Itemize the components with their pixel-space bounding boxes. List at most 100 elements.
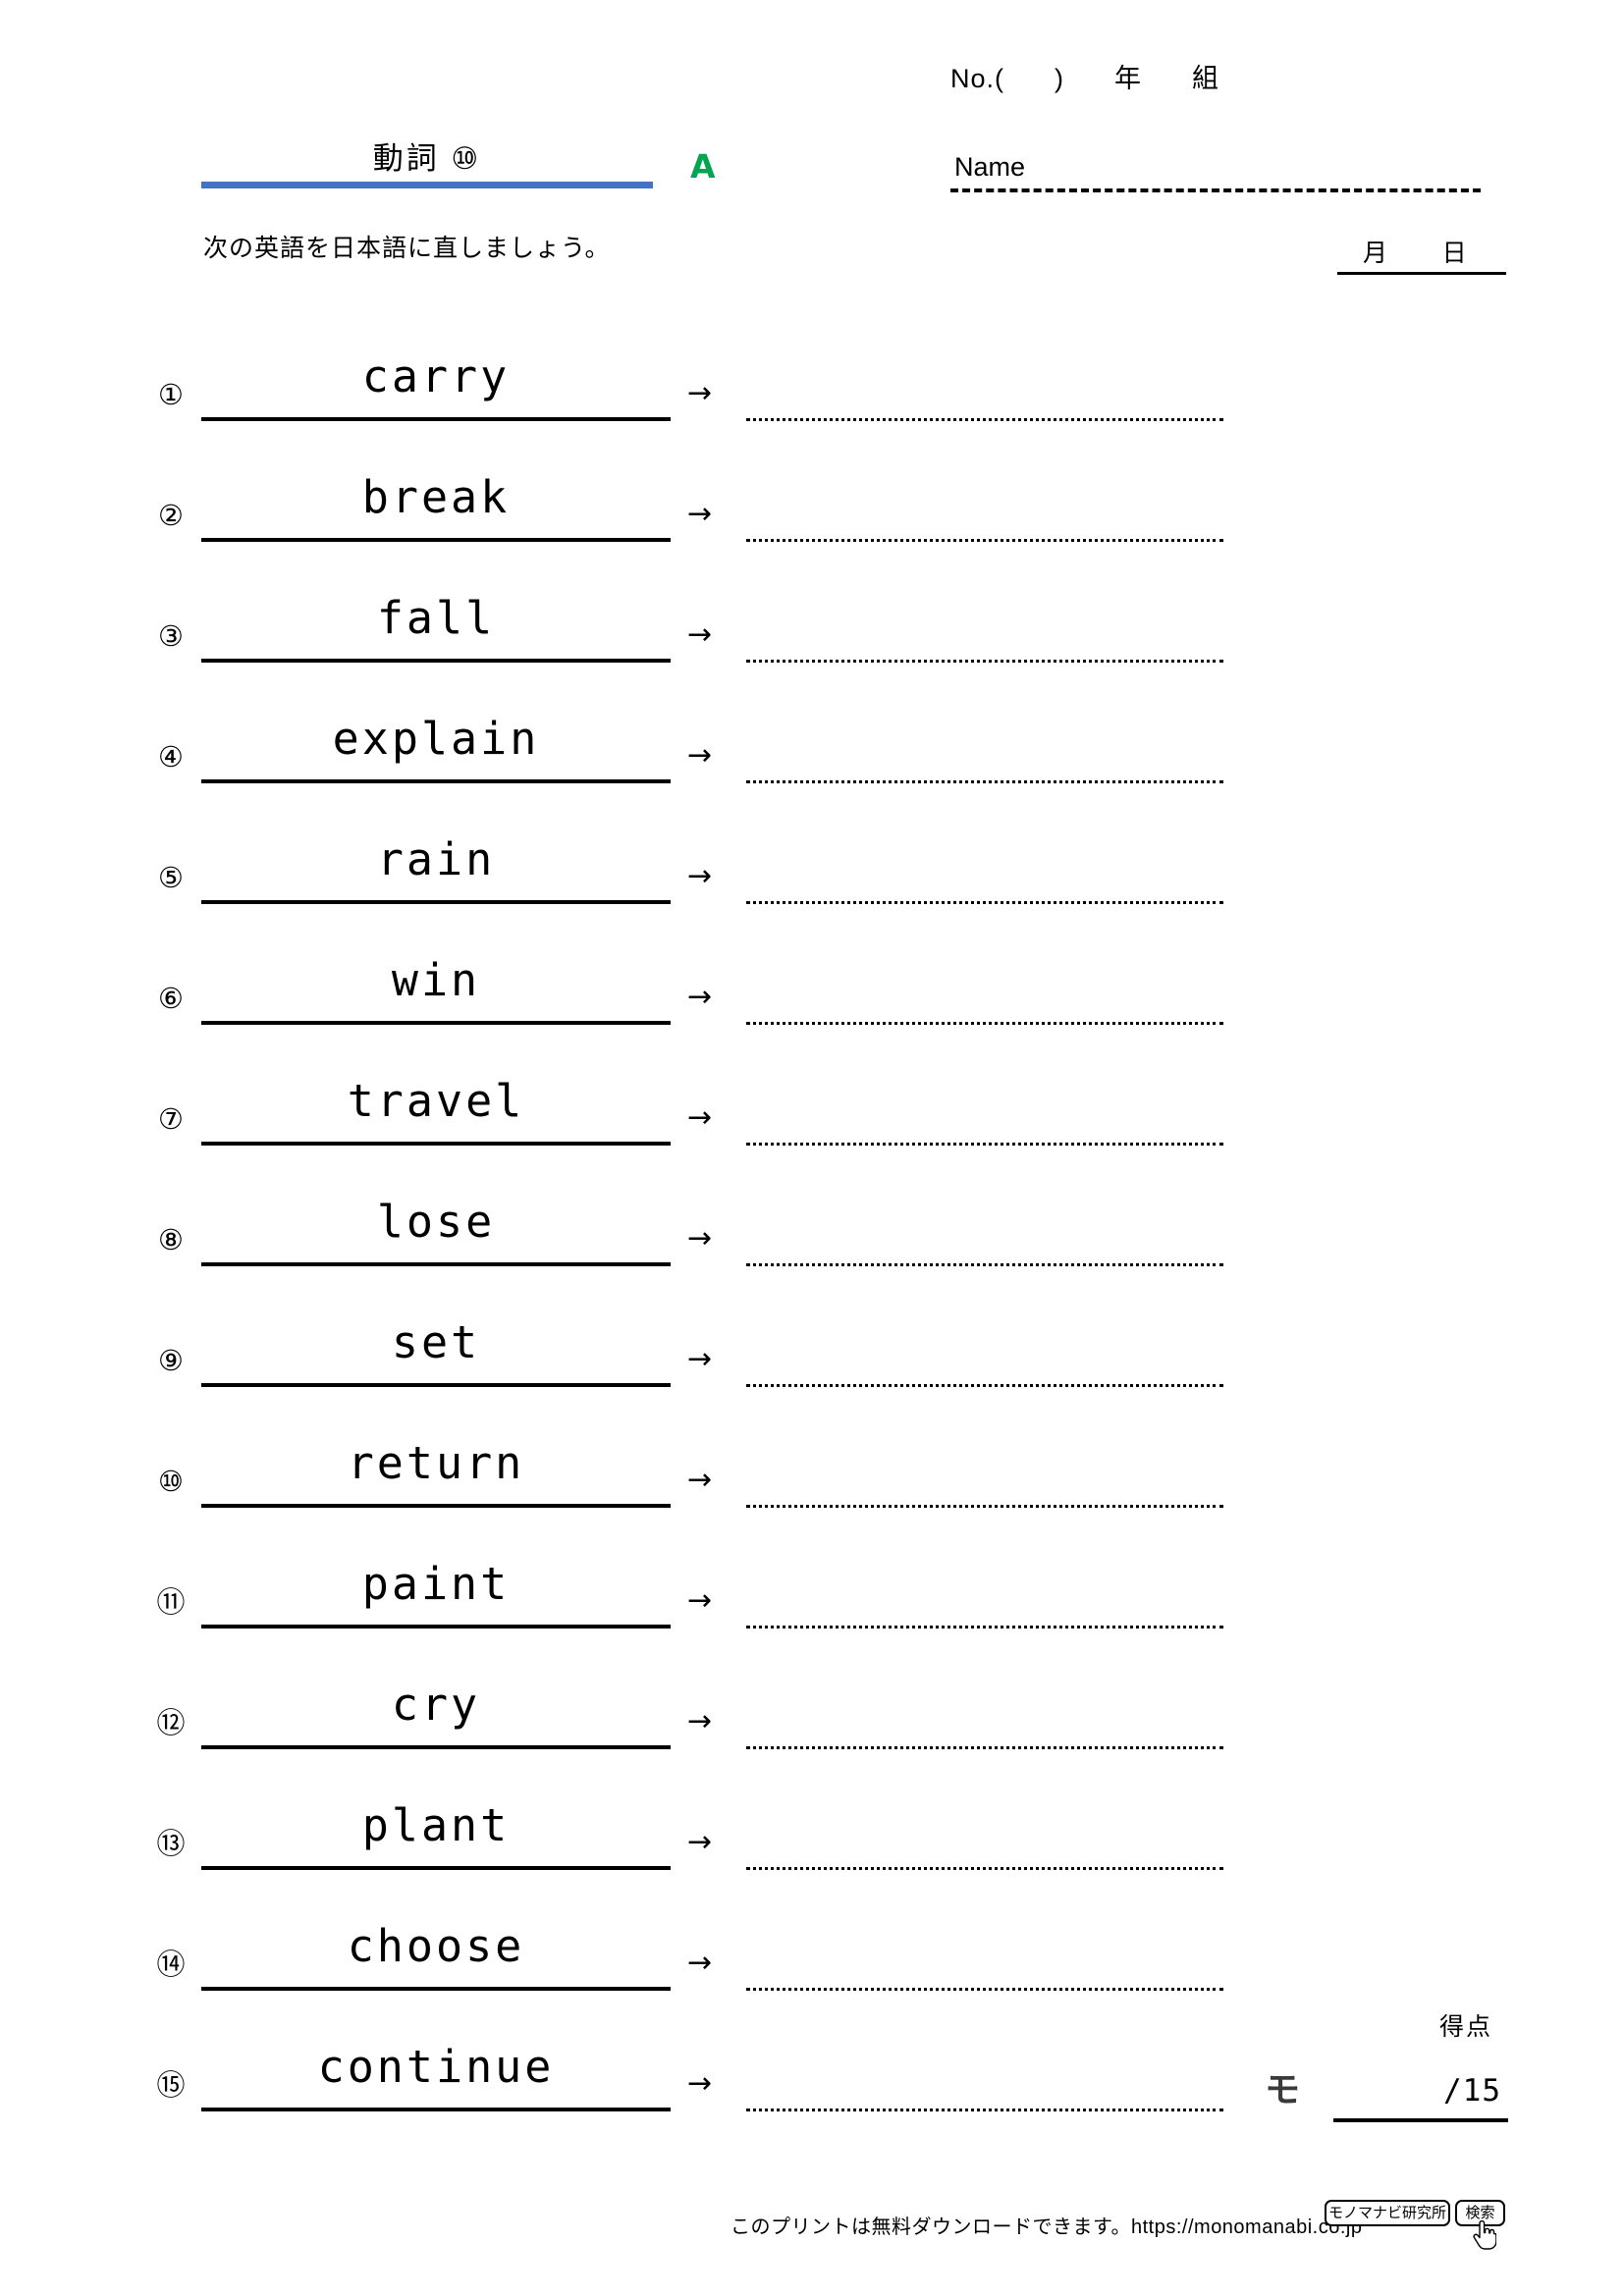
answer-write-line[interactable] (746, 1384, 1223, 1387)
question-word: break (361, 471, 511, 523)
worksheet-page: No.( ) 年 組 動詞 ⑩ A 次の英語を日本語に直しましょう。 Name … (0, 0, 1624, 2296)
question-number: ④ (158, 740, 184, 774)
question-row: ① carry → (0, 346, 1624, 466)
score-write-line[interactable] (1333, 2118, 1508, 2122)
question-word: fall (376, 592, 496, 644)
question-row: ⑫ cry → (0, 1674, 1624, 1794)
question-number: ⑨ (158, 1344, 184, 1377)
question-word: set (391, 1316, 481, 1368)
question-number: ⑧ (158, 1223, 184, 1256)
question-number: ⑬ (156, 1827, 186, 1860)
answer-write-line[interactable] (746, 1263, 1223, 1266)
question-row: ⑧ lose → (0, 1191, 1624, 1311)
name-label: Name (954, 152, 1026, 182)
question-row: ⑦ travel → (0, 1070, 1624, 1191)
arrow-icon: → (687, 1946, 713, 1980)
worksheet-title-block: 動詞 ⑩ (201, 141, 653, 189)
question-number: ② (158, 499, 184, 532)
answer-write-line[interactable] (746, 1143, 1223, 1146)
instruction-text: 次の英語を日本語に直しましょう。 (203, 235, 611, 262)
answer-write-line[interactable] (746, 1867, 1223, 1870)
question-word-underline (201, 1625, 671, 1629)
arrow-icon: → (687, 859, 713, 893)
search-input[interactable]: モノマナビ研究所 (1325, 2200, 1450, 2226)
question-word: carry (361, 350, 511, 402)
arrow-icon: → (687, 1583, 713, 1618)
question-word-underline (201, 1142, 671, 1146)
arrow-icon: → (687, 1704, 713, 1738)
score-label: 得点 (1439, 2013, 1493, 2041)
answer-write-line[interactable] (746, 780, 1223, 783)
question-word: travel (347, 1075, 525, 1127)
question-row: ⑥ win → (0, 949, 1624, 1070)
question-word: plant (361, 1799, 511, 1851)
answer-write-line[interactable] (746, 1022, 1223, 1025)
question-number: ⑥ (158, 982, 184, 1015)
answer-write-line[interactable] (746, 1988, 1223, 1991)
question-word-underline (201, 1504, 671, 1508)
answer-write-line[interactable] (746, 1505, 1223, 1508)
arrow-icon: → (687, 2066, 713, 2101)
question-word-underline (201, 659, 671, 663)
answer-write-line[interactable] (746, 660, 1223, 663)
question-word-underline (201, 1021, 671, 1025)
arrow-icon: → (687, 1825, 713, 1859)
question-number: ⑩ (158, 1465, 184, 1498)
question-number: ③ (158, 619, 184, 653)
question-word: rain (376, 833, 496, 885)
title-underline-bar (201, 182, 653, 189)
question-row: ⑭ choose → (0, 1915, 1624, 2036)
question-row: ③ fall → (0, 587, 1624, 708)
arrow-icon: → (687, 1342, 713, 1376)
pointer-hand-icon (1473, 2220, 1496, 2250)
question-word: choose (347, 1920, 525, 1972)
answer-write-line[interactable] (746, 2109, 1223, 2111)
question-word-underline (201, 1745, 671, 1749)
arrow-icon: → (687, 617, 713, 652)
question-number: ⑦ (158, 1102, 184, 1136)
question-list: ① carry → ② break → ③ fall → ④ explain → (0, 346, 1624, 2157)
date-label: 月 日 (1363, 240, 1469, 267)
question-word-underline (201, 1383, 671, 1387)
arrow-icon: → (687, 1100, 713, 1135)
arrow-icon: → (687, 497, 713, 531)
score-total: /15 (1443, 2073, 1501, 2109)
arrow-icon: → (687, 738, 713, 773)
question-word-underline (201, 1262, 671, 1266)
answer-write-line[interactable] (746, 539, 1223, 542)
question-word: win (391, 954, 481, 1006)
section-mark-a: A (690, 147, 716, 186)
question-word: continue (317, 2041, 555, 2093)
question-word: lose (376, 1196, 496, 1248)
arrow-icon: → (687, 980, 713, 1014)
question-row: ⑨ set → (0, 1311, 1624, 1432)
question-row: ⑤ rain → (0, 828, 1624, 949)
question-number: ⑪ (156, 1585, 186, 1619)
answer-write-line[interactable] (746, 901, 1223, 904)
question-word-underline (201, 1866, 671, 1870)
question-row: ④ explain → (0, 708, 1624, 828)
question-word: explain (332, 713, 540, 765)
answer-write-line[interactable] (746, 1746, 1223, 1749)
question-word: return (347, 1437, 525, 1489)
question-word: cry (391, 1679, 481, 1731)
monomanabi-logo-icon: モ (1265, 2070, 1301, 2110)
answer-write-line[interactable] (746, 1626, 1223, 1629)
answer-write-line[interactable] (746, 418, 1223, 421)
question-number: ① (158, 378, 184, 411)
name-write-line[interactable] (950, 188, 1481, 192)
question-number: ⑤ (158, 861, 184, 894)
question-word-underline (201, 2108, 671, 2111)
date-write-line[interactable] (1337, 272, 1506, 275)
question-row: ⑪ paint → (0, 1553, 1624, 1674)
question-number: ⑫ (156, 1706, 186, 1739)
arrow-icon: → (687, 1221, 713, 1255)
footer-notice: このプリントは無料ダウンロードできます。https://monomanabi.c… (731, 2216, 1363, 2238)
question-word: paint (361, 1558, 511, 1610)
arrow-icon: → (687, 1463, 713, 1497)
question-row: ② break → (0, 466, 1624, 587)
question-word-underline (201, 900, 671, 904)
question-row: ⑬ plant → (0, 1794, 1624, 1915)
question-number: ⑭ (156, 1948, 186, 1981)
question-word-underline (201, 417, 671, 421)
